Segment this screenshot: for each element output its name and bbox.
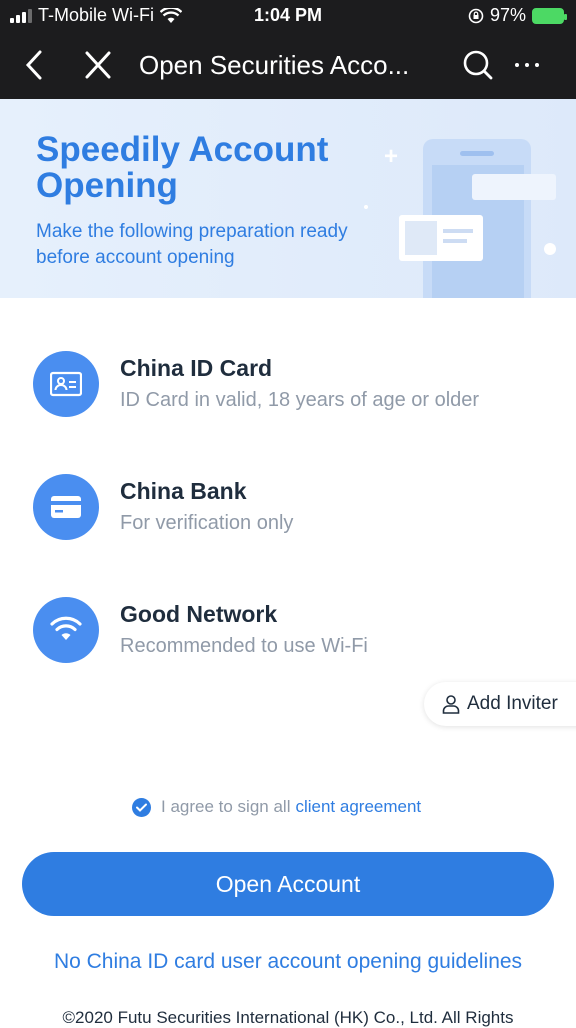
close-icon[interactable] xyxy=(82,48,114,82)
card-line-illustration xyxy=(443,229,473,233)
status-right: 97% xyxy=(468,5,567,26)
back-icon[interactable] xyxy=(18,48,50,82)
status-bar: T-Mobile Wi-Fi 1:04 PM 97% xyxy=(0,0,576,32)
open-account-button[interactable]: Open Account xyxy=(22,852,554,916)
agreement-text: I agree to sign all xyxy=(161,797,291,816)
banner-title: Speedily Account Opening xyxy=(36,130,329,205)
requirement-description: Recommended to use Wi-Fi xyxy=(120,635,368,657)
battery-percent: 97% xyxy=(489,5,526,25)
requirement-title: China Bank xyxy=(120,478,247,504)
card-avatar-illustration xyxy=(405,221,437,255)
requirement-item-network: Good Network Recommended to use Wi-Fi xyxy=(33,597,553,667)
requirement-description: ID Card in valid, 18 years of age or old… xyxy=(120,389,480,411)
agreement-row: I agree to sign all client agreement xyxy=(132,796,421,818)
check-icon xyxy=(136,803,147,812)
requirement-title: China ID Card xyxy=(120,355,273,381)
requirement-item-id-card: China ID Card ID Card in valid, 18 years… xyxy=(33,351,553,421)
page-title: Open Securities Acco... xyxy=(139,50,410,80)
bank-card-icon xyxy=(33,474,99,540)
requirement-title: Good Network xyxy=(120,601,278,627)
id-card-illustration xyxy=(399,215,483,261)
requirement-item-bank: China Bank For verification only xyxy=(33,474,553,544)
phone-slot-illustration xyxy=(460,151,494,156)
rotation-lock-icon xyxy=(468,8,484,23)
intro-banner: + Speedily Account Opening Make the foll… xyxy=(0,99,576,298)
card-line-illustration xyxy=(443,239,467,243)
id-card-icon xyxy=(33,351,99,417)
guidelines-link[interactable]: No China ID card user account opening gu… xyxy=(0,950,576,974)
add-inviter-label: Add Inviter xyxy=(467,693,558,714)
battery-icon xyxy=(532,7,567,24)
client-agreement-link[interactable]: client agreement xyxy=(295,797,421,817)
agreement-checkbox[interactable] xyxy=(132,797,151,817)
dot-decoration xyxy=(364,205,368,209)
banner-subtitle: Make the following preparation ready bef… xyxy=(36,221,348,268)
requirement-description: For verification only xyxy=(120,512,294,534)
more-icon[interactable] xyxy=(512,50,542,80)
add-inviter-button[interactable]: Add Inviter xyxy=(424,682,576,726)
plus-decoration: + xyxy=(384,143,399,170)
search-icon[interactable] xyxy=(462,49,494,81)
person-icon xyxy=(442,695,460,714)
copyright-text: ©2020 Futu Securities International (HK)… xyxy=(62,1008,514,1027)
banner-bar-illustration xyxy=(472,174,556,200)
nav-bar: Open Securities Acco... xyxy=(0,32,576,99)
dot-decoration xyxy=(544,243,556,255)
wifi-icon xyxy=(33,597,99,663)
